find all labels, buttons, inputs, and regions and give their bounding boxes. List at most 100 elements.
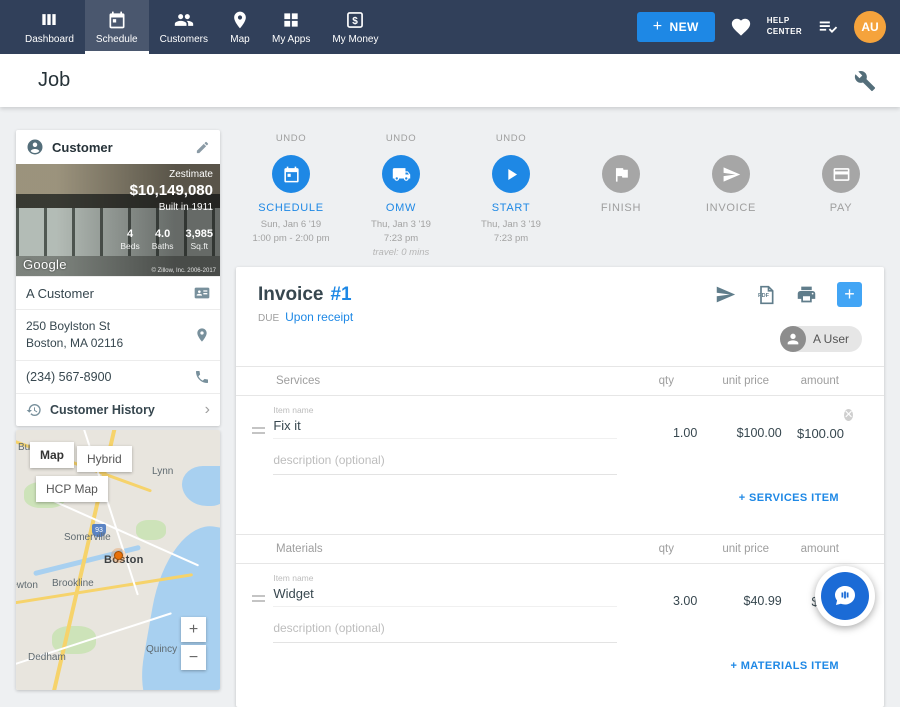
customer-icon [26,138,44,156]
baths-value: 4.0 [152,228,174,240]
invoice-number[interactable]: #1 [330,284,351,306]
pdf-icon[interactable]: PDF [756,285,776,305]
care-heart-icon[interactable] [730,16,752,38]
zestimate-label: Zestimate [130,169,213,180]
add-invoice-item-button[interactable]: + [837,282,862,307]
pay-step-button[interactable] [822,155,860,193]
item-description-input[interactable] [273,617,617,643]
item-name-field-label: Item name [273,573,617,583]
workflow-step-label: FINISH [601,202,641,214]
customer-phone-row: (234) 567-8900 [16,360,220,393]
help-center-line2: CENTER [767,27,802,36]
nav-item-dashboard[interactable]: Dashboard [14,0,85,54]
item-name-input[interactable] [273,415,617,439]
material-item-row: Item name 3.00 $40.99 $122. ✕ [236,564,884,643]
add-services-item-link[interactable]: + SERVICES ITEM [739,492,839,504]
undo-start-link[interactable]: UNDO [496,133,526,148]
nav-label: My Apps [272,34,310,45]
schedule-step-button[interactable] [272,155,310,193]
user-avatar[interactable]: AU [854,11,886,43]
item-description-input[interactable] [273,449,617,475]
chevron-right-icon: › [205,402,210,418]
nav-item-my-apps[interactable]: My Apps [261,0,321,54]
map-label-newton: Newton [16,580,38,591]
zoom-in-button[interactable]: + [181,617,206,642]
job-location-marker[interactable] [114,551,123,560]
omw-step-button[interactable] [382,155,420,193]
assigned-user-chip[interactable]: A User [780,326,862,352]
help-center-link[interactable]: HELP CENTER [767,16,802,38]
user-avatar-icon [780,326,806,352]
drag-handle-icon[interactable] [252,573,273,643]
zestimate-value: $10,149,080 [130,182,213,199]
add-materials-item-link[interactable]: + MATERIALS ITEM [730,660,839,672]
new-button[interactable]: + NEW [637,12,715,42]
start-step-button[interactable] [492,155,530,193]
item-name-input[interactable] [273,583,617,607]
top-navigation: Dashboard Schedule Customers Map My Apps… [0,0,900,54]
workflow-step-label: PAY [830,202,852,214]
nav-item-schedule[interactable]: Schedule [85,0,149,54]
chat-bubble-button[interactable] [815,566,875,626]
finish-step-button[interactable] [602,155,640,193]
nav-item-map[interactable]: Map [219,0,261,54]
phone-icon[interactable] [194,369,210,385]
amount-column-header: amount [769,543,839,555]
due-terms-link[interactable]: Upon receipt [285,310,353,324]
phone-number: (234) 567-8900 [26,370,111,384]
qty-column-header: qty [584,375,674,387]
beds-value: 4 [120,228,139,240]
map-label-dedham: Dedham [28,652,66,663]
drag-handle-icon[interactable] [252,405,273,475]
services-section-header: Services qty unit price amount [236,366,884,396]
map-label-lynn: Lynn [152,466,173,477]
nav-item-customers[interactable]: Customers [149,0,219,54]
money-icon: $ [345,10,365,30]
nav-item-my-money[interactable]: $ My Money [321,0,389,54]
item-amount: $100.00 [782,405,844,475]
section-name: Services [276,375,584,387]
new-button-label: NEW [670,20,699,34]
contact-card-icon[interactable] [194,285,210,301]
workflow-step-invoice: INVOICE [676,133,786,258]
map-type-button-hybrid[interactable]: Hybrid [77,446,132,472]
due-label: DUE [258,313,279,324]
workflow-step-schedule: UNDO SCHEDULE Sun, Jan 6 '191:00 pm - 2:… [236,133,346,258]
invoice-card: Invoice #1 PDF + DUE Upon receipt [236,267,884,707]
map-label-somerville: Somerville [64,532,111,543]
customer-history-row[interactable]: Customer History › [16,393,220,426]
item-unit-price[interactable]: $100.00 [697,405,781,475]
print-icon[interactable] [796,284,817,305]
item-qty[interactable]: 1.00 [617,405,697,475]
send-invoice-icon[interactable] [715,284,736,305]
zoom-out-button[interactable]: − [181,645,206,670]
checklist-icon[interactable] [817,16,839,38]
sqft-value: 3,985 [185,228,213,240]
undo-omw-link[interactable]: UNDO [386,133,416,148]
customer-history-label: Customer History [50,403,155,417]
item-unit-price[interactable]: $40.99 [697,573,781,643]
workflow-step-finish: FINISH [566,133,676,258]
undo-schedule-link[interactable]: UNDO [276,133,306,148]
customer-card-header: Customer [16,130,220,164]
nav-label: Dashboard [25,34,74,45]
item-qty[interactable]: 3.00 [617,573,697,643]
map-card: 93 Burlington Lynn Somerville Boston New… [16,430,220,690]
nav-label: Customers [160,34,208,45]
map-type-button-map[interactable]: Map [30,442,74,468]
location-pin-icon[interactable] [194,327,210,343]
invoice-step-button[interactable] [712,155,750,193]
page-title: Job [38,69,70,92]
job-tools-icon[interactable] [854,70,876,92]
chat-icon [821,572,869,620]
remove-item-button[interactable]: ✕ [844,409,853,421]
workflow-step-start: UNDO START Thu, Jan 3 '197:23 pm [456,133,566,258]
edit-pencil-icon[interactable] [195,140,210,155]
workflow-step-label: START [492,202,531,214]
schedule-icon [107,10,127,30]
map-type-button-hcp[interactable]: HCP Map [36,476,108,502]
customers-icon [174,10,194,30]
sqft-label: Sq.ft [185,241,213,251]
google-logo: Google [23,257,67,272]
map-label-quincy: Quincy [146,644,177,655]
